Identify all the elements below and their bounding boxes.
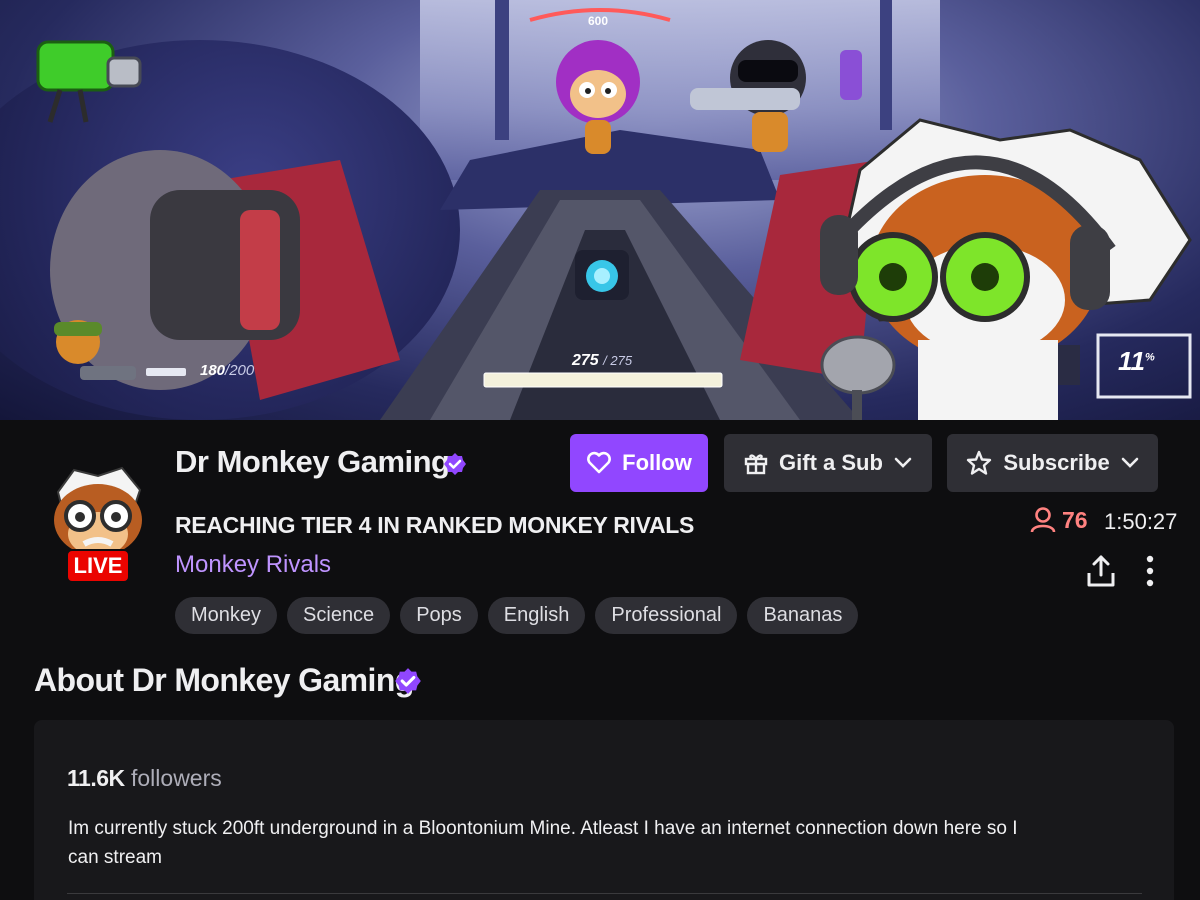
chevron-down-icon bbox=[1121, 457, 1138, 468]
gift-sub-button[interactable]: Gift a Sub bbox=[724, 434, 932, 492]
verified-icon bbox=[395, 668, 421, 694]
tag-monkey[interactable]: Monkey bbox=[175, 597, 278, 634]
follow-button[interactable]: Follow bbox=[570, 434, 708, 492]
tag-list: Monkey Science Pops English Professional… bbox=[175, 597, 859, 634]
about-divider bbox=[67, 893, 1142, 894]
hud-top-value: 600 bbox=[588, 14, 609, 28]
tag-pops[interactable]: Pops bbox=[400, 597, 478, 634]
follower-count-value: 11.6K bbox=[67, 765, 125, 791]
hud-health-value: 275 bbox=[572, 352, 599, 369]
follow-label: Follow bbox=[622, 450, 692, 475]
viewer-count-value: 76 bbox=[1062, 506, 1088, 533]
viewer-icon bbox=[1030, 507, 1056, 533]
subscribe-button[interactable]: Subscribe bbox=[947, 434, 1158, 492]
star-icon bbox=[967, 450, 992, 475]
channel-name[interactable]: Dr Monkey Gaming bbox=[175, 444, 450, 480]
follower-count-label: followers bbox=[131, 765, 222, 791]
stream-title: REACHING TIER 4 IN RANKED MONKEY RIVALS bbox=[175, 512, 695, 538]
subscribe-label: Subscribe bbox=[1003, 450, 1110, 475]
more-icon[interactable] bbox=[1140, 554, 1160, 588]
stream-uptime: 1:50:27 bbox=[1104, 509, 1178, 534]
video-player[interactable]: 600 180/200 275 / 275 11% bbox=[0, 0, 1200, 420]
tag-science[interactable]: Science bbox=[287, 597, 391, 634]
tag-bananas[interactable]: Bananas bbox=[747, 597, 859, 634]
share-icon[interactable] bbox=[1085, 553, 1117, 589]
about-title: About Dr Monkey Gaming bbox=[34, 662, 414, 698]
hud-health: 275 / 275 bbox=[572, 352, 632, 370]
follower-count: 11.6K followers bbox=[67, 765, 222, 792]
hud-ammo-value: 180 bbox=[200, 362, 226, 379]
about-panel bbox=[34, 720, 1174, 900]
hud-ammo-max: /200 bbox=[225, 362, 255, 379]
tag-professional[interactable]: Professional bbox=[595, 597, 738, 634]
gift-sub-label: Gift a Sub bbox=[779, 450, 883, 475]
category-link[interactable]: Monkey Rivals bbox=[175, 551, 331, 579]
chevron-down-icon bbox=[894, 457, 912, 468]
heart-icon bbox=[587, 451, 612, 474]
channel-bio: Im currently stuck 200ft underground in … bbox=[68, 818, 1018, 868]
live-badge: LIVE bbox=[66, 549, 130, 583]
tag-english[interactable]: English bbox=[487, 597, 586, 634]
viewer-count: 76 bbox=[1030, 506, 1088, 534]
hud-ammo: 180/200 bbox=[200, 362, 254, 379]
hud-health-max: / 275 bbox=[603, 353, 633, 368]
hud-percent-value: 11 bbox=[1118, 346, 1145, 376]
hud-percent: 11% bbox=[1118, 346, 1155, 376]
gift-icon bbox=[744, 454, 768, 475]
verified-icon bbox=[444, 453, 466, 475]
